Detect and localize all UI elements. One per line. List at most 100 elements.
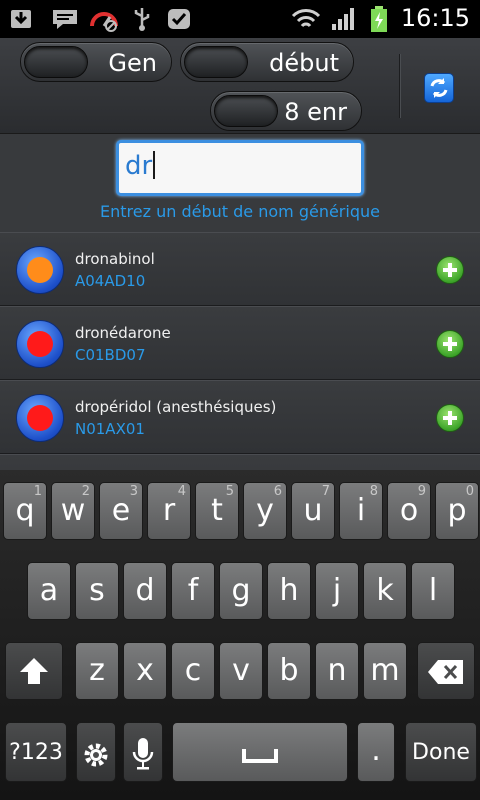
key-label: b [279, 653, 299, 688]
shift-arrow-icon [20, 658, 48, 684]
key-q[interactable]: q1 [3, 482, 47, 540]
key-m[interactable]: m [363, 642, 407, 700]
key-number-hint: 7 [321, 484, 330, 499]
speed-icon [90, 12, 118, 32]
key-c[interactable]: c [171, 642, 215, 700]
key-label: k [376, 573, 394, 608]
key-label: y [256, 493, 274, 528]
voice-key[interactable] [123, 722, 163, 782]
key-i[interactable]: i8 [339, 482, 383, 540]
key-n[interactable]: n [315, 642, 359, 700]
key-a[interactable]: a [27, 562, 71, 620]
space-key[interactable] [172, 722, 348, 782]
key-label: o [399, 493, 419, 528]
key-k[interactable]: k [363, 562, 407, 620]
key-l[interactable]: l [411, 562, 455, 620]
settings-key[interactable] [76, 722, 116, 782]
symbols-key[interactable]: ?123 [5, 722, 67, 782]
list-item-partial[interactable] [0, 454, 480, 470]
key-label: r [162, 493, 176, 528]
key-label: z [89, 653, 105, 688]
key-p[interactable]: p0 [435, 482, 479, 540]
add-icon[interactable] [436, 256, 464, 284]
status-ring-icon [16, 394, 64, 442]
key-d[interactable]: d [123, 562, 167, 620]
search-input[interactable]: dr [116, 140, 364, 196]
key-label: q [15, 493, 35, 528]
result-list: dronabinol A04AD10 dronédarone C01BD07 d… [0, 232, 480, 470]
key-label: j [332, 573, 342, 608]
gear-icon [84, 743, 108, 767]
key-label: h [279, 573, 299, 608]
key-x[interactable]: x [123, 642, 167, 700]
check-icon [168, 9, 190, 29]
toolbar-divider [399, 54, 401, 118]
key-label: c [184, 653, 202, 688]
refresh-icon [430, 78, 448, 98]
key-number-hint: 1 [33, 484, 42, 499]
atc-code: C01BD07 [75, 346, 146, 364]
key-label: l [428, 573, 438, 608]
list-item[interactable]: dropéridol (anesthésiques) N01AX01 [0, 380, 480, 454]
key-number-hint: 4 [177, 484, 186, 499]
add-icon[interactable] [436, 404, 464, 432]
key-b[interactable]: b [267, 642, 311, 700]
key-z[interactable]: z [75, 642, 119, 700]
wifi-icon [291, 9, 321, 28]
atc-code: A04AD10 [75, 272, 146, 290]
key-o[interactable]: o9 [387, 482, 431, 540]
key-label: i [356, 493, 366, 528]
key-s[interactable]: s [75, 562, 119, 620]
key-f[interactable]: f [171, 562, 215, 620]
key-u[interactable]: u7 [291, 482, 335, 540]
key-label: g [231, 573, 251, 608]
key-g[interactable]: g [219, 562, 263, 620]
toggle-debut-label: début [269, 49, 339, 77]
key-number-hint: 5 [225, 484, 234, 499]
key-label: m [370, 653, 400, 688]
toggle-knob [24, 46, 88, 78]
key-h[interactable]: h [267, 562, 311, 620]
period-key[interactable]: . [357, 722, 395, 782]
search-hint: Entrez un début de nom générique [100, 202, 380, 221]
key-y[interactable]: y6 [243, 482, 287, 540]
key-j[interactable]: j [315, 562, 359, 620]
key-v[interactable]: v [219, 642, 263, 700]
drug-name: dronédarone [75, 324, 171, 342]
atc-code: N01AX01 [75, 420, 145, 438]
status-bar: 16:15 [0, 0, 480, 38]
microphone-icon [132, 738, 154, 770]
drug-name: dronabinol [75, 250, 155, 268]
toggle-debut[interactable]: début [180, 42, 354, 82]
add-icon[interactable] [436, 330, 464, 358]
key-number-hint: 3 [129, 484, 138, 499]
shift-key[interactable] [5, 642, 63, 700]
list-item[interactable]: dronédarone C01BD07 [0, 306, 480, 380]
key-label: e [111, 493, 131, 528]
key-r[interactable]: r4 [147, 482, 191, 540]
status-ring-icon [16, 320, 64, 368]
key-label: t [211, 493, 223, 528]
key-label: u [303, 493, 323, 528]
toggle-enr-label: 8 enr [284, 98, 347, 126]
toggle-enr[interactable]: 8 enr [210, 91, 362, 131]
status-dot [27, 257, 53, 283]
key-number-hint: 9 [417, 484, 426, 499]
signal-icon [332, 8, 354, 30]
text-caret [153, 151, 156, 179]
key-w[interactable]: w2 [51, 482, 95, 540]
key-label: v [232, 653, 250, 688]
key-label: s [89, 573, 105, 608]
key-label: p [447, 493, 467, 528]
search-area: dr Entrez un début de nom générique [0, 134, 480, 232]
list-item[interactable]: dronabinol A04AD10 [0, 232, 480, 306]
backspace-key[interactable] [417, 642, 475, 700]
key-label: a [39, 573, 59, 608]
key-number-hint: 6 [273, 484, 282, 499]
key-e[interactable]: e3 [99, 482, 143, 540]
key-t[interactable]: t5 [195, 482, 239, 540]
soft-keyboard: q1w2e3r4t5y6u7i8o9p0 asdfghjkl zxcvbnm ?… [0, 470, 480, 800]
toggle-gen[interactable]: Gen [20, 42, 172, 82]
refresh-button[interactable] [424, 73, 454, 103]
done-key[interactable]: Done [405, 722, 477, 782]
